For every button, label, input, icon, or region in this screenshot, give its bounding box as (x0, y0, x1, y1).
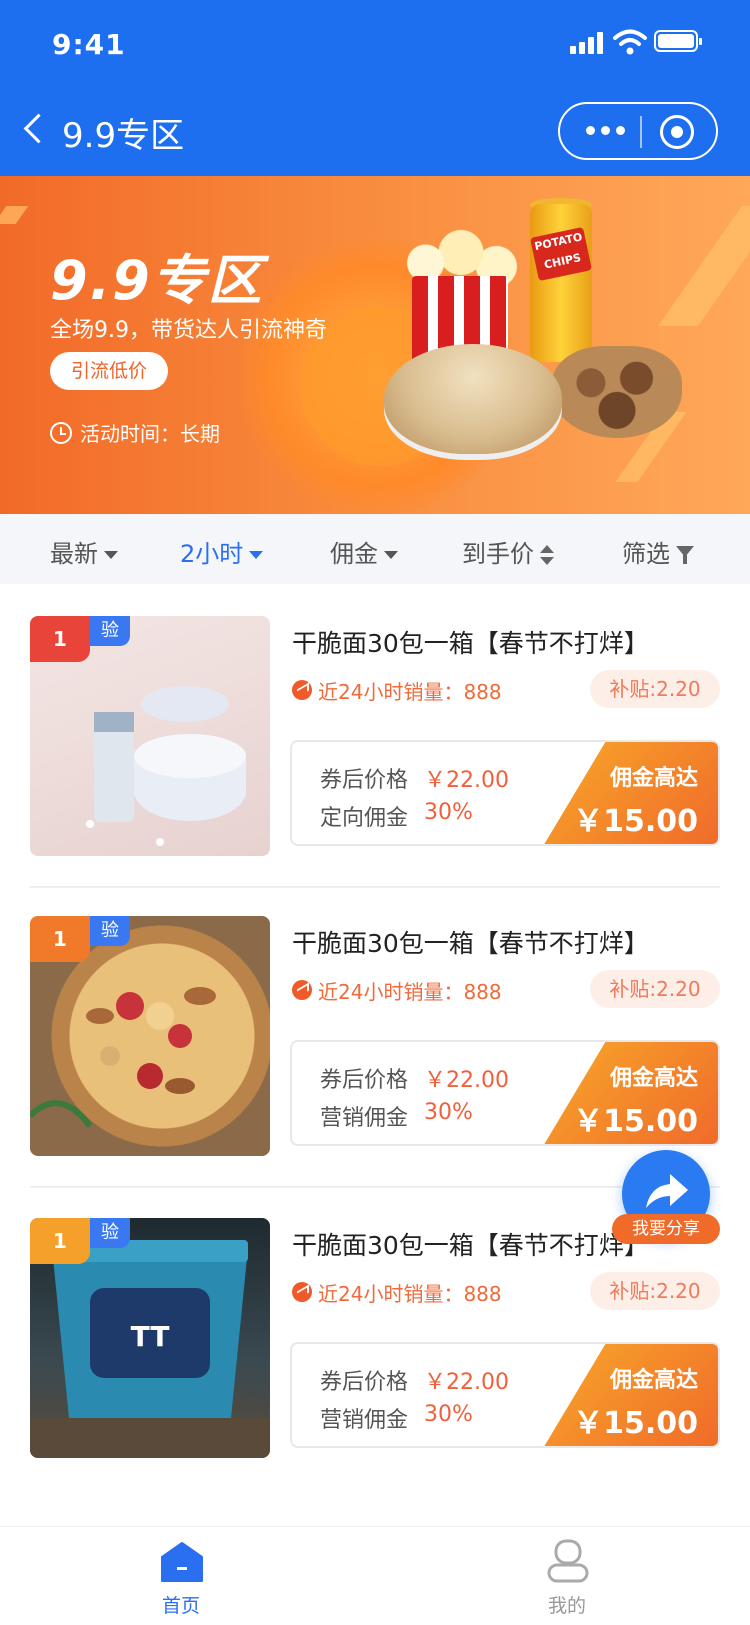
signal-icon (570, 32, 604, 54)
filter-latest[interactable]: 最新 (50, 534, 118, 569)
price-box: 券后价格 ￥22.00 营销佣金 30% 佣金高达 ￥15.00 (290, 1040, 720, 1146)
commission-rate: 30% (424, 800, 473, 825)
max-commission-label: 佣金高达 (609, 766, 698, 791)
close-target-icon[interactable] (660, 115, 694, 149)
max-commission-value: ￥15.00 (573, 804, 698, 839)
product-card[interactable]: 1 验 干脆面30包一箱【春节不打烊】 近24小时销量：888 补贴:2.20 … (30, 916, 720, 1156)
filter-label: 到手价 (462, 540, 534, 568)
banner-time: 活动时间：长期 (80, 422, 220, 446)
more-icon[interactable] (586, 126, 626, 136)
trend-icon (292, 980, 312, 1000)
trend-icon (292, 1282, 312, 1302)
mini-program-capsule (558, 102, 718, 160)
tab-me[interactable]: 我的 (548, 1591, 586, 1618)
divider (30, 886, 720, 888)
home-icon[interactable] (160, 1541, 204, 1583)
banner-stripe (657, 206, 750, 326)
caret-down-icon (104, 551, 118, 559)
product-title: 干脆面30包一箱【春节不打烊】 (292, 929, 649, 958)
verified-badge: 验 (90, 916, 130, 946)
filter-label: 2小时 (180, 540, 244, 568)
price-value: ￥22.00 (424, 1370, 509, 1395)
user-icon[interactable] (546, 1539, 590, 1585)
filter-bar: 最新 2小时 佣金 到手价 筛选 (0, 514, 750, 584)
capsule-divider (640, 116, 642, 148)
subsidy-badge: 补贴:2.20 (590, 1272, 720, 1310)
funnel-icon (676, 545, 694, 565)
status-time: 9:41 (52, 28, 126, 61)
filter-final-price[interactable]: 到手价 (462, 534, 554, 569)
price-label: 券后价格 (320, 1068, 409, 1093)
back-icon[interactable] (23, 113, 54, 144)
tab-home[interactable]: 首页 (162, 1591, 200, 1618)
product-title: 干脆面30包一箱【春节不打烊】 (292, 629, 649, 658)
svg-text:TT: TT (131, 1320, 170, 1353)
page-title: 9.9专区 (62, 116, 185, 156)
sort-icon (540, 545, 554, 565)
pecan-basket-image (552, 346, 682, 438)
sales-count: 近24小时销量：888 (318, 1282, 502, 1306)
trend-icon (292, 680, 312, 700)
share-arrow-icon (646, 1174, 688, 1208)
product-title: 干脆面30包一箱【春节不打烊】 (292, 1231, 649, 1260)
clock-icon (50, 422, 72, 444)
caret-down-icon (384, 551, 398, 559)
rank-badge: 1 (30, 916, 90, 962)
filter-label: 最新 (50, 540, 98, 568)
top-bar: 9:41 9.9专区 (0, 0, 750, 176)
commission-label: 定向佣金 (320, 806, 409, 831)
max-commission-label: 佣金高达 (609, 1368, 698, 1393)
price-box: 券后价格 ￥22.00 定向佣金 30% 佣金高达 ￥15.00 (290, 740, 720, 846)
subsidy-badge: 补贴:2.20 (590, 670, 720, 708)
banner-stripe (0, 206, 29, 224)
filter-screen[interactable]: 筛选 (622, 534, 694, 569)
chips-can-image (530, 204, 592, 362)
tab-bar: 首页 我的 (0, 1526, 750, 1625)
commission-label: 营销佣金 (320, 1106, 409, 1131)
filter-commission[interactable]: 佣金 (330, 534, 398, 569)
verified-badge: 验 (90, 616, 130, 646)
banner-pill: 引流低价 (50, 352, 168, 390)
promo-banner[interactable]: 9.9专区 全场9.9，带货达人引流神奇 引流低价 活动时间：长期 POTATO… (0, 176, 750, 514)
pistachio-bowl-image (384, 344, 562, 454)
sales-count: 近24小时销量：888 (318, 680, 502, 704)
price-label: 券后价格 (320, 1370, 409, 1395)
battery-icon (654, 30, 702, 52)
caret-down-icon (249, 551, 264, 559)
commission-rate: 30% (424, 1402, 473, 1427)
filter-label: 佣金 (330, 540, 378, 568)
price-box: 券后价格 ￥22.00 营销佣金 30% 佣金高达 ￥15.00 (290, 1342, 720, 1448)
commission-label: 营销佣金 (320, 1408, 409, 1433)
banner-title: 9.9专区 (50, 249, 264, 312)
filter-label: 筛选 (622, 540, 670, 568)
rank-badge: 1 (30, 1218, 90, 1264)
max-commission-value: ￥15.00 (573, 1406, 698, 1441)
product-card[interactable]: 1 验 干脆面30包一箱【春节不打烊】 近24小时销量：888 补贴:2.20 … (30, 616, 720, 856)
banner-subtitle: 全场9.9，带货达人引流神奇 (50, 318, 327, 343)
sales-count: 近24小时销量：888 (318, 980, 502, 1004)
price-value: ￥22.00 (424, 1068, 509, 1093)
divider (30, 1186, 720, 1188)
share-label[interactable]: 我要分享 (612, 1214, 720, 1244)
max-commission-label: 佣金高达 (609, 1066, 698, 1091)
verified-badge: 验 (90, 1218, 130, 1248)
commission-rate: 30% (424, 1100, 473, 1125)
max-commission-value: ￥15.00 (573, 1104, 698, 1139)
product-card[interactable]: TT 1 验 干脆面30包一箱【春节不打烊】 近24小时销量：888 补贴:2.… (30, 1218, 720, 1458)
price-value: ￥22.00 (424, 768, 509, 793)
filter-2-hours[interactable]: 2小时 (180, 534, 264, 569)
price-label: 券后价格 (320, 768, 409, 793)
rank-badge: 1 (30, 616, 90, 662)
wifi-icon (613, 29, 647, 55)
subsidy-badge: 补贴:2.20 (590, 970, 720, 1008)
